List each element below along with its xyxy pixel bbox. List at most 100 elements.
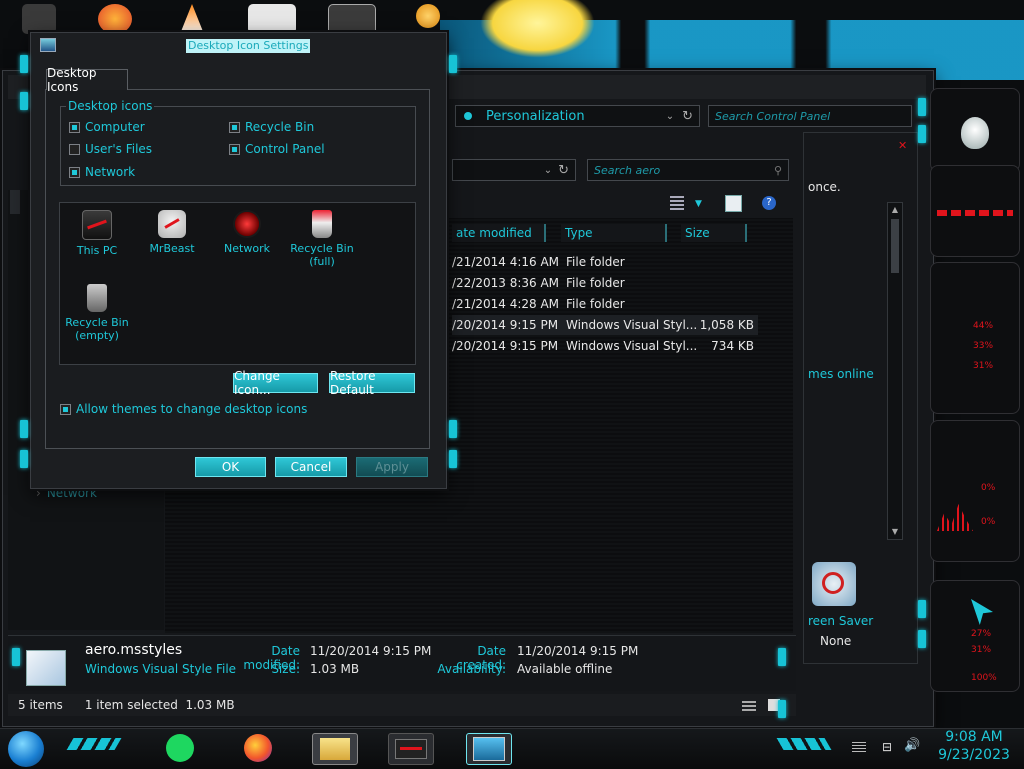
checkbox-box[interactable] bbox=[60, 403, 71, 415]
checkbox-computer[interactable]: Computer bbox=[69, 120, 145, 134]
drive-meter-gadget[interactable]: 27% 31% 100% bbox=[930, 580, 1020, 692]
action-center-icon[interactable] bbox=[852, 742, 866, 752]
drive-2-value: 31% bbox=[971, 645, 992, 655]
details-date-modified: 11/20/2014 9:15 PM bbox=[310, 644, 432, 658]
checkbox-control-panel[interactable]: Control Panel bbox=[229, 142, 325, 156]
user-files-icon bbox=[158, 210, 186, 238]
app-shortcut-icon[interactable] bbox=[248, 4, 296, 34]
checkbox-box[interactable] bbox=[229, 143, 240, 155]
taskbar bbox=[0, 728, 1024, 769]
control-panel-search-placeholder: Search Control Panel bbox=[715, 109, 831, 123]
change-icon-button[interactable]: Change Icon... bbox=[233, 369, 318, 397]
checkbox-box[interactable] bbox=[69, 166, 80, 178]
cancel-button[interactable]: Cancel bbox=[275, 457, 347, 477]
network-meter-gadget[interactable]: 0% 0% bbox=[930, 420, 1020, 562]
nav-pane-handle[interactable] bbox=[10, 190, 20, 214]
vertical-scrollbar[interactable]: ▲ ▼ bbox=[887, 202, 903, 540]
table-row-selected[interactable]: /20/2014 9:15 PM Windows Visual Styl... … bbox=[452, 315, 758, 335]
refresh-icon[interactable]: ↻ bbox=[558, 163, 569, 178]
alienware-logo-gadget[interactable] bbox=[930, 88, 1020, 172]
red-indicator-bar bbox=[937, 210, 1013, 216]
screen-saver-icon[interactable] bbox=[812, 562, 856, 606]
column-header-type[interactable]: Type bbox=[561, 224, 667, 242]
icon-item-label: This PC bbox=[76, 244, 118, 257]
close-icon[interactable]: ✕ bbox=[898, 139, 907, 152]
table-row[interactable]: /21/2014 4:28 AM File folder bbox=[452, 294, 758, 314]
cpu-core-3-value: 31% bbox=[973, 361, 994, 371]
frame-accent bbox=[12, 648, 20, 666]
checkbox-label: User's Files bbox=[85, 142, 153, 156]
volume-icon[interactable]: 🔊 bbox=[904, 738, 920, 753]
scroll-down-icon[interactable]: ▼ bbox=[890, 527, 900, 537]
start-button[interactable] bbox=[8, 731, 44, 767]
checkbox-network[interactable]: Network bbox=[69, 165, 135, 179]
taskbar-explorer-button[interactable] bbox=[312, 733, 358, 765]
vlc-icon[interactable] bbox=[180, 4, 204, 34]
status-selection: 1 item selected 1.03 MB bbox=[84, 698, 235, 712]
table-row[interactable]: /20/2014 9:15 PM Windows Visual Styl... … bbox=[452, 336, 758, 356]
col-date-label: ate modified bbox=[456, 226, 532, 240]
restore-default-button[interactable]: Restore Default bbox=[329, 369, 415, 397]
details-view-icon[interactable] bbox=[742, 699, 756, 711]
icon-item-network[interactable]: Network bbox=[209, 210, 285, 255]
help-icon[interactable]: ? bbox=[762, 196, 776, 210]
control-panel-search-input[interactable]: Search Control Panel bbox=[708, 105, 912, 127]
taskbar-clock[interactable]: 9:08 AM 9/23/2023 bbox=[930, 728, 1018, 764]
chevron-down-icon[interactable]: ⌄ bbox=[666, 111, 674, 122]
recycle-bin-empty-icon bbox=[87, 284, 107, 312]
checkbox-box[interactable] bbox=[69, 143, 80, 155]
address-text: Personalization bbox=[486, 108, 585, 124]
firefox-desktop-icon[interactable] bbox=[98, 4, 132, 34]
get-themes-online-link[interactable]: mes online bbox=[808, 367, 874, 381]
column-header-size[interactable]: Size bbox=[681, 224, 747, 242]
row-date: /21/2014 4:28 AM bbox=[452, 297, 560, 311]
ok-button[interactable]: OK bbox=[195, 457, 266, 477]
table-row[interactable]: /22/2013 8:36 AM File folder bbox=[452, 273, 758, 293]
explorer-address-bar[interactable]: ⌄ ↻ bbox=[452, 159, 576, 181]
search-icon[interactable]: ⚲ bbox=[774, 164, 782, 177]
checkbox-label: Computer bbox=[85, 120, 145, 134]
icon-item-label: Recycle Bin (full) bbox=[290, 242, 354, 268]
taskbar-spotify-button[interactable] bbox=[158, 733, 202, 763]
taskbar-control-panel-button[interactable] bbox=[466, 733, 512, 765]
personalization-address-bar[interactable]: Personalization ⌄ ↻ bbox=[455, 105, 700, 127]
icon-item-recycle-bin-empty[interactable]: Recycle Bin (empty) bbox=[59, 284, 135, 342]
dialog-app-icon bbox=[40, 38, 56, 52]
orange-ball-icon[interactable] bbox=[416, 4, 440, 28]
icon-item-this-pc[interactable]: This PC bbox=[59, 210, 135, 257]
checkbox-allow-themes[interactable]: Allow themes to change desktop icons bbox=[60, 402, 307, 416]
checkbox-box[interactable] bbox=[229, 121, 240, 133]
icon-item-recycle-bin-full[interactable]: Recycle Bin (full) bbox=[284, 210, 360, 268]
scroll-up-icon[interactable]: ▲ bbox=[890, 205, 900, 215]
screen-saver-link[interactable]: reen Saver bbox=[808, 614, 873, 628]
checkbox-recycle-bin[interactable]: Recycle Bin bbox=[229, 120, 314, 134]
checkbox-box[interactable] bbox=[69, 121, 80, 133]
app-window-icon bbox=[395, 739, 427, 759]
cpu-meter-gadget[interactable]: 44% 33% 31% bbox=[930, 262, 1020, 414]
checkbox-label: Allow themes to change desktop icons bbox=[76, 402, 308, 416]
network-tray-icon[interactable]: ⊟ bbox=[882, 740, 892, 754]
tab-desktop-icons[interactable]: Desktop Icons bbox=[46, 66, 128, 94]
row-date: /22/2013 8:36 AM bbox=[452, 276, 560, 290]
frame-accent bbox=[778, 700, 786, 718]
checkbox-users-files[interactable]: User's Files bbox=[69, 142, 152, 156]
apply-button[interactable]: Apply bbox=[356, 457, 428, 477]
preview-pane-icon[interactable] bbox=[725, 195, 742, 212]
view-options-icon[interactable] bbox=[670, 196, 684, 210]
icon-item-user-files[interactable]: MrBeast bbox=[134, 210, 210, 255]
cartoon-character-wallpaper bbox=[480, 0, 595, 58]
desktop-shortcut-icon[interactable] bbox=[22, 4, 56, 34]
icon-item-label: Recycle Bin (empty) bbox=[65, 316, 129, 342]
column-header-date-modified[interactable]: ate modified bbox=[452, 224, 546, 242]
row-date: /21/2014 4:16 AM bbox=[452, 255, 560, 269]
refresh-icon[interactable]: ↻ bbox=[682, 109, 693, 124]
explorer-search-input[interactable]: Search aero ⚲ bbox=[587, 159, 789, 181]
taskbar-app-button[interactable] bbox=[388, 733, 434, 765]
chevron-down-icon[interactable]: ⌄ bbox=[544, 165, 552, 176]
details-availability-label: Availability: bbox=[437, 662, 506, 676]
chevron-down-icon[interactable]: ▼ bbox=[695, 199, 702, 209]
taskbar-firefox-button[interactable] bbox=[236, 733, 280, 763]
table-row[interactable]: /21/2014 4:16 AM File folder bbox=[452, 252, 758, 272]
clock-gadget[interactable] bbox=[930, 165, 1020, 257]
scrollbar-thumb[interactable] bbox=[891, 219, 899, 273]
